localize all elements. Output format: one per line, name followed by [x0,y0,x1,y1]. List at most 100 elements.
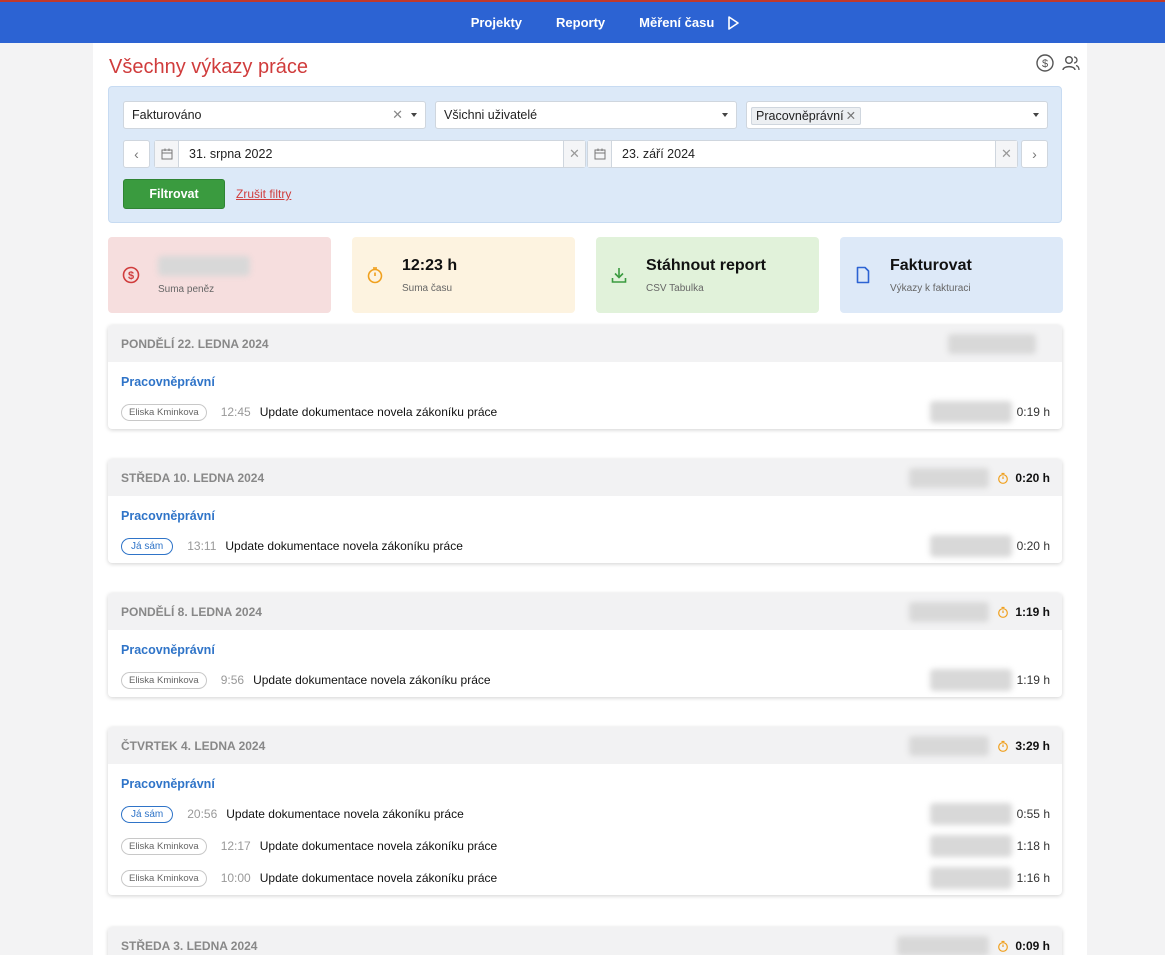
user-pill[interactable]: Eliska Kminkova [121,403,207,421]
dollar-circle-icon[interactable]: $ [1035,53,1055,73]
entry-duration: 1:16 h [1016,871,1050,885]
status-select[interactable]: Fakturováno ✕ [123,101,426,129]
entry-time: 10:00 [220,871,251,885]
nav-links: Projekty Reporty Měření času [454,15,742,31]
tag-chip-label: Pracovněprávní [756,108,844,123]
day-total: 3:29 h [909,735,1050,756]
invoice-card[interactable]: Fakturovat Výkazy k fakturaci [840,237,1063,313]
user-pill[interactable]: Eliska Kminkova [121,869,207,887]
users-select[interactable]: Všichni uživatelé [435,101,737,129]
user-pill[interactable]: Eliska Kminkova [121,671,207,689]
entry-duration: 1:18 h [1016,839,1050,853]
stopwatch-icon [998,606,1009,618]
user-pill[interactable]: Eliska Kminkova [121,837,207,855]
stopwatch-icon [367,267,383,284]
play-icon[interactable] [725,15,741,31]
money-sum-card: $ Suma peněz [108,237,331,313]
filter-button[interactable]: Filtrovat [123,179,225,209]
users-icon[interactable] [1061,53,1081,73]
worklog-row[interactable]: Eliska Kminkova 9:56 Update dokumentace no… [108,664,1062,696]
page-title: Všechny výkazy práce [109,56,308,78]
worklog-row[interactable]: Eliska Kminkova 12:17 Update dokumentace n… [108,830,1062,862]
nav-projekty[interactable]: Projekty [471,15,522,30]
download-icon [611,268,627,283]
calendar-icon [588,141,612,167]
chevron-down-icon [411,113,417,117]
status-select-value: Fakturováno [132,108,202,122]
svg-text:$: $ [128,270,134,282]
worklog-row[interactable]: Já sám 20:56 Update dokumentace novela zák… [108,798,1062,830]
day-total: 1:19 h [909,601,1050,622]
day-amount-redacted [948,333,1036,354]
project-name[interactable]: Pracovněprávní [108,496,1062,530]
date-from-field[interactable]: 31. srpna 2022 ✕ [154,140,586,168]
remove-tag-icon[interactable]: ✕ [846,109,856,123]
entry-time: 12:17 [220,839,251,853]
tag-select[interactable]: Pracovněprávní ✕ [746,101,1048,129]
nav-reporty[interactable]: Reporty [556,15,605,30]
stopwatch-icon [998,740,1009,752]
day-total: 0:20 h [909,467,1050,488]
day-amount-redacted [909,601,990,622]
project-name[interactable]: Pracovněprávní [108,362,1062,396]
entry-amount-redacted [930,867,1012,889]
chevron-down-icon [722,113,728,117]
worklog-row[interactable]: Eliska Kminkova 10:00 Update dokumentace n… [108,862,1062,894]
reset-filters-link[interactable]: Zrušit filtry [236,187,291,201]
nav-mereni-casu[interactable]: Měření času [639,15,714,30]
project-name[interactable]: Pracovněprávní [108,630,1062,664]
day-header: PONDĚLÍ 8. LEDNA 2024 1:19 h [108,593,1062,630]
main-panel: Všechny výkazy práce $ Fakturováno ✕ Vši… [93,43,1087,955]
day-header: ČTVRTEK 4. LEDNA 2024 3:29 h [108,727,1062,764]
day-title: STŘEDA 10. LEDNA 2024 [121,470,265,485]
day-total [948,333,1050,354]
day-group: STŘEDA 3. LEDNA 2024 0:09 h [108,927,1062,955]
entry-description: Update dokumentace novela zákoníku práce [259,839,498,853]
download-report-sub: CSV Tabulka [646,282,704,294]
stopwatch-icon [998,940,1009,952]
time-sum-value: 12:23 h [402,256,458,274]
invoice-title: Fakturovat [890,256,972,274]
svg-text:$: $ [1042,58,1048,70]
day-title: ČTVRTEK 4. LEDNA 2024 [121,738,266,753]
day-amount-redacted [897,935,990,955]
day-header: PONDĚLÍ 22. LEDNA 2024 [108,325,1062,362]
clear-date-from-icon[interactable]: ✕ [563,141,585,167]
day-title: PONDĚLÍ 22. LEDNA 2024 [121,336,269,351]
day-title: STŘEDA 3. LEDNA 2024 [121,938,258,953]
clear-date-to-icon[interactable]: ✕ [995,141,1017,167]
entry-duration: 0:19 h [1016,405,1050,419]
download-report-title: Stáhnout report [646,256,766,274]
user-pill[interactable]: Já sám [121,537,174,555]
date-from-value: 31. srpna 2022 [189,147,273,161]
entry-amount-redacted [930,669,1012,691]
top-navbar: Projekty Reporty Měření času [0,0,1165,43]
next-period-button[interactable]: › [1021,140,1048,168]
day-group: PONDĚLÍ 22. LEDNA 2024 Pracovněprávní Elis… [108,325,1062,429]
worklog-row[interactable]: Eliska Kminkova 12:45 Update dokumentace n… [108,396,1062,428]
entry-duration: 1:19 h [1016,673,1050,687]
entry-amount-redacted [930,803,1012,825]
entry-amount-redacted [930,535,1012,557]
day-total-value: 0:20 h [1015,470,1050,485]
dollar-circle-icon: $ [122,266,140,284]
user-pill[interactable]: Já sám [121,805,174,823]
users-select-value: Všichni uživatelé [444,108,538,122]
date-to-field[interactable]: 23. září 2024 ✕ [587,140,1018,168]
entry-description: Update dokumentace novela zákoníku práce [225,539,463,553]
clear-icon[interactable]: ✕ [392,107,403,123]
project-name[interactable]: Pracovněprávní [108,764,1062,798]
day-total: 0:09 h [897,935,1050,955]
filter-panel: Fakturováno ✕ Všichni uživatelé Pracovně… [108,86,1062,223]
header-icons: $ [1035,53,1081,73]
time-sum-card: 12:23 h Suma času [352,237,575,313]
entry-description: Update dokumentace novela zákoníku práce [259,405,498,419]
time-sum-label: Suma času [402,282,453,294]
download-report-card[interactable]: Stáhnout report CSV Tabulka [596,237,819,313]
entry-description: Update dokumentace novela zákoníku práce [226,807,464,821]
prev-period-button[interactable]: ‹ [123,140,150,168]
chevron-down-icon [1033,113,1039,117]
entry-duration: 0:20 h [1016,539,1050,553]
worklog-row[interactable]: Já sám 13:11 Update dokumentace novela zák… [108,530,1062,562]
day-group: ČTVRTEK 4. LEDNA 2024 3:29 h Pracovněprávn… [108,727,1062,895]
